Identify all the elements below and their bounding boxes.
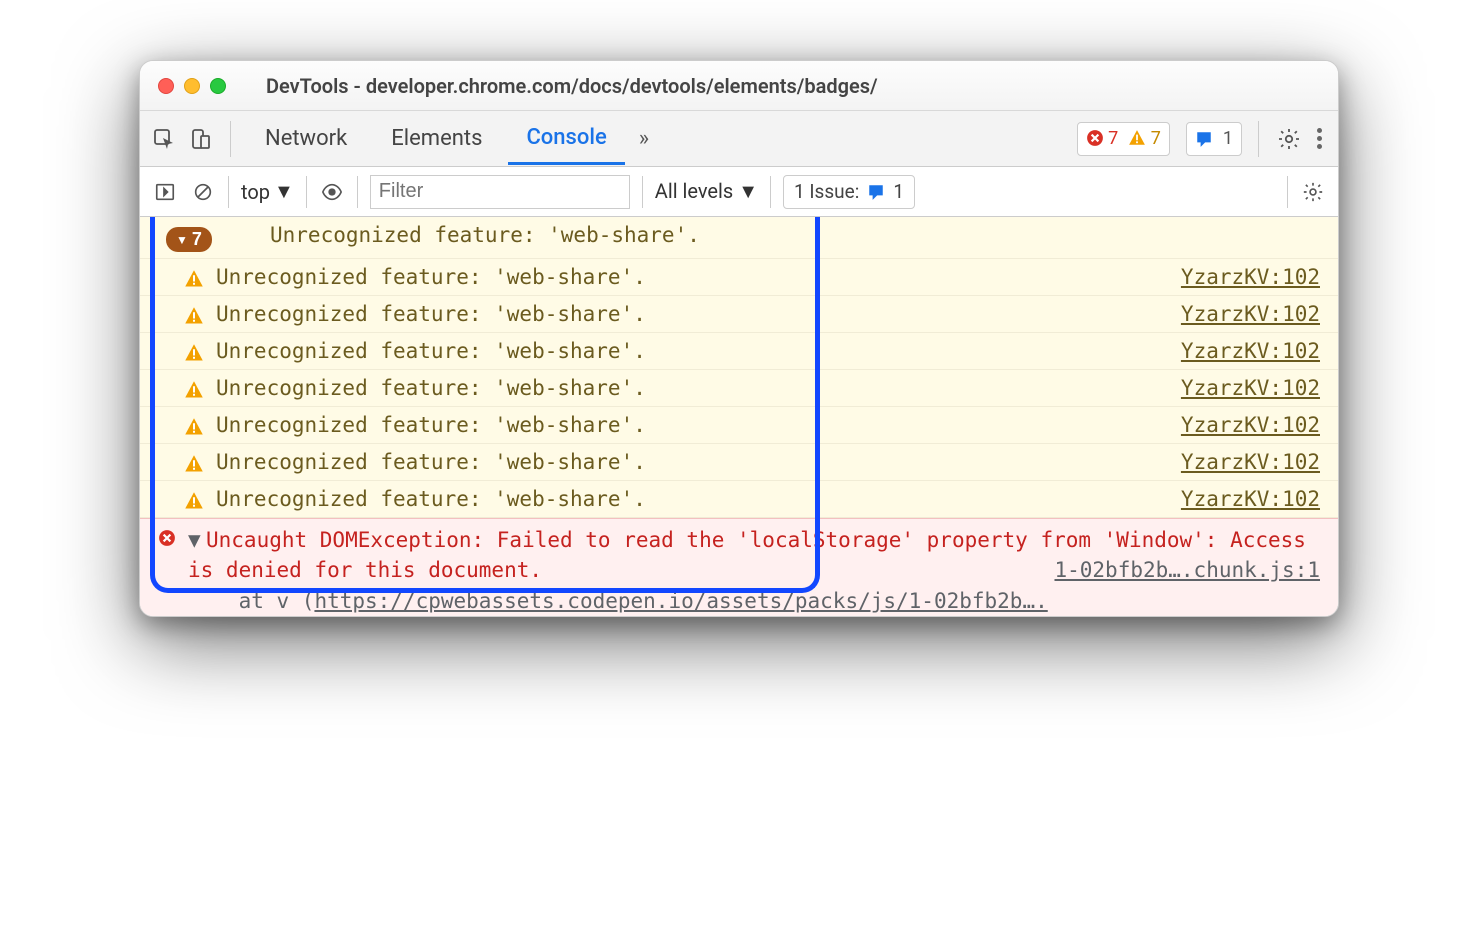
divider <box>1287 176 1288 208</box>
error-row[interactable]: ▼Uncaught DOMException: Failed to read t… <box>140 518 1338 616</box>
divider <box>770 176 771 208</box>
warning-text: Unrecognized feature: 'web-share'. <box>210 339 1171 363</box>
chevron-down-icon: ▼ <box>738 179 758 203</box>
warning-icon <box>184 269 204 289</box>
warning-text: Unrecognized feature: 'web-share'. <box>210 450 1171 474</box>
warning-text: Unrecognized feature: 'web-share'. <box>210 487 1171 511</box>
divider <box>230 121 231 157</box>
divider <box>228 176 229 208</box>
console-settings-icon[interactable] <box>1300 179 1326 205</box>
more-options-icon[interactable] <box>1311 124 1328 153</box>
inspect-element-icon[interactable] <box>150 125 178 153</box>
toggle-sidebar-icon[interactable] <box>152 179 178 205</box>
warning-source-link[interactable]: YzarzKV:102 <box>1171 302 1320 326</box>
warning-icon <box>184 454 204 474</box>
error-source-link[interactable]: 1-02bfb2b….chunk.js:1 <box>1044 555 1320 585</box>
group-summary-text: Unrecognized feature: 'web-share'. <box>264 223 1320 247</box>
chevron-down-icon: ▼ <box>274 179 294 204</box>
tab-elements[interactable]: Elements <box>373 114 500 163</box>
issue-icon <box>867 183 885 201</box>
more-tabs-icon[interactable]: » <box>633 126 655 151</box>
maximize-window-button[interactable] <box>210 78 226 94</box>
warning-source-link[interactable]: YzarzKV:102 <box>1171 450 1320 474</box>
warning-text: Unrecognized feature: 'web-share'. <box>210 302 1171 326</box>
clear-console-icon[interactable] <box>190 179 216 205</box>
settings-icon[interactable] <box>1275 125 1303 153</box>
warning-icon <box>184 380 204 400</box>
close-window-button[interactable] <box>158 78 174 94</box>
triangle-down-icon: ▼ <box>176 233 188 247</box>
console-log-area: ▼ 7 Unrecognized feature: 'web-share'. U… <box>140 217 1338 616</box>
warning-text: Unrecognized feature: 'web-share'. <box>210 413 1171 437</box>
log-levels-selector[interactable]: All levels ▼ <box>655 179 758 204</box>
warning-row[interactable]: Unrecognized feature: 'web-share'.YzarzK… <box>140 444 1338 481</box>
warning-text: Unrecognized feature: 'web-share'. <box>210 376 1171 400</box>
warning-source-link[interactable]: YzarzKV:102 <box>1171 339 1320 363</box>
warning-source-link[interactable]: YzarzKV:102 <box>1171 413 1320 437</box>
error-count: 7 <box>1086 128 1119 149</box>
warning-row[interactable]: Unrecognized feature: 'web-share'.YzarzK… <box>140 296 1338 333</box>
live-expression-icon[interactable] <box>319 179 345 205</box>
stack-trace-line: at v (https://cpwebassets.codepen.io/ass… <box>188 589 1048 613</box>
devtools-window: DevTools - developer.chrome.com/docs/dev… <box>139 60 1339 617</box>
warning-source-link[interactable]: YzarzKV:102 <box>1171 487 1320 511</box>
window-title: DevTools - developer.chrome.com/docs/dev… <box>266 74 878 98</box>
error-icon <box>158 529 176 547</box>
context-selector[interactable]: top ▼ <box>241 179 294 204</box>
triangle-down-icon[interactable]: ▼ <box>188 525 206 555</box>
warning-icon <box>1128 129 1146 147</box>
divider <box>306 176 307 208</box>
issues-count-button[interactable]: 1 <box>1186 122 1242 156</box>
error-icon <box>1086 129 1104 147</box>
filter-input[interactable] <box>370 175 630 209</box>
minimize-window-button[interactable] <box>184 78 200 94</box>
group-expand-pill[interactable]: ▼ 7 <box>166 227 212 252</box>
devtools-tabbar: Network Elements Console » 7 7 1 <box>140 111 1338 167</box>
error-message: ▼Uncaught DOMException: Failed to read t… <box>182 525 1320 616</box>
divider <box>1258 121 1259 157</box>
warning-source-link[interactable]: YzarzKV:102 <box>1171 376 1320 400</box>
stack-trace-link[interactable]: https://cpwebassets.codepen.io/assets/pa… <box>314 589 1047 613</box>
warning-icon <box>184 306 204 326</box>
message-counts[interactable]: 7 7 <box>1077 122 1170 156</box>
tab-console[interactable]: Console <box>508 113 624 165</box>
divider <box>642 176 643 208</box>
issues-button[interactable]: 1 Issue: 1 <box>783 175 915 209</box>
warning-row[interactable]: Unrecognized feature: 'web-share'.YzarzK… <box>140 333 1338 370</box>
console-toolbar: top ▼ All levels ▼ 1 Issue: 1 <box>140 167 1338 217</box>
issue-icon <box>1195 130 1213 148</box>
warning-icon <box>184 343 204 363</box>
warning-icon <box>184 491 204 511</box>
traffic-lights <box>158 78 226 94</box>
window-titlebar: DevTools - developer.chrome.com/docs/dev… <box>140 61 1338 111</box>
device-toolbar-icon[interactable] <box>186 125 214 153</box>
warning-group-row[interactable]: ▼ 7 Unrecognized feature: 'web-share'. <box>140 217 1338 259</box>
divider <box>357 176 358 208</box>
warning-icon <box>184 417 204 437</box>
warning-count: 7 <box>1128 128 1161 149</box>
warning-row[interactable]: Unrecognized feature: 'web-share'.YzarzK… <box>140 259 1338 296</box>
warning-source-link[interactable]: YzarzKV:102 <box>1171 265 1320 289</box>
warning-row[interactable]: Unrecognized feature: 'web-share'.YzarzK… <box>140 481 1338 518</box>
warning-row[interactable]: Unrecognized feature: 'web-share'.YzarzK… <box>140 370 1338 407</box>
warning-row[interactable]: Unrecognized feature: 'web-share'.YzarzK… <box>140 407 1338 444</box>
tab-network[interactable]: Network <box>247 114 365 163</box>
warning-text: Unrecognized feature: 'web-share'. <box>210 265 1171 289</box>
